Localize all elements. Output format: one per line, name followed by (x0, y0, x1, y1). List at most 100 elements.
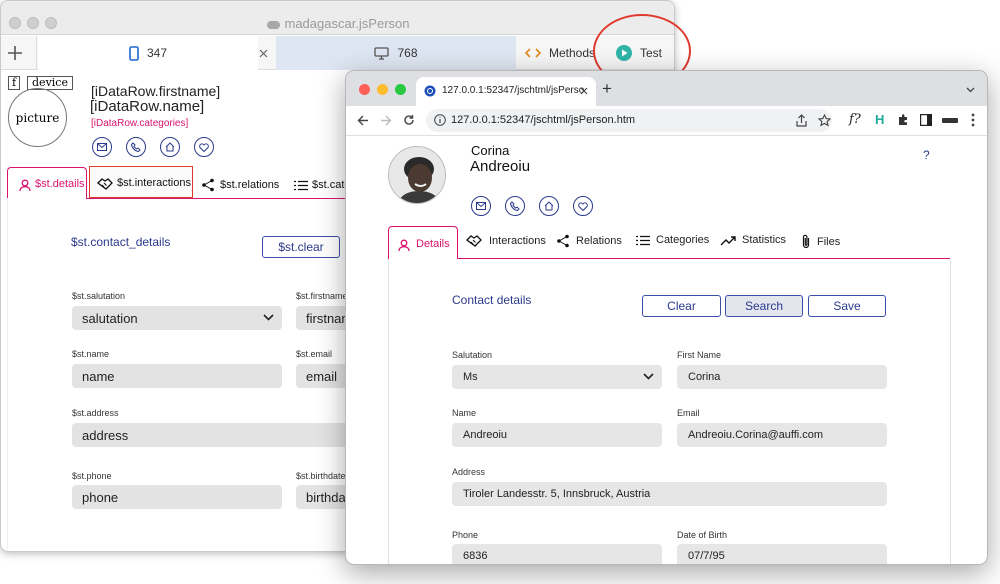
monitor-icon (374, 46, 390, 60)
tab-relations[interactable]: $st.relations (201, 175, 279, 195)
tab-interactions[interactable]: Interactions (466, 234, 546, 248)
phone-value: 6836 (463, 550, 488, 562)
email-action-button[interactable] (471, 196, 491, 216)
salutation-label: Salutation (452, 350, 493, 360)
chevron-down-icon (263, 314, 274, 321)
tab-relations-label: Relations (576, 235, 622, 247)
star-icon[interactable] (818, 114, 831, 127)
tab-files-label: Files (817, 235, 841, 248)
name-value: Andreoiu (463, 429, 508, 441)
email-action-button[interactable] (92, 137, 112, 157)
browser-toolbar: 127.0.0.1:52347/jschtml/jsPerson.htm f? … (346, 106, 987, 136)
section-title: $st.contact_details (71, 235, 171, 249)
email-value: Andreoiu.Corina@auffi.com (688, 429, 824, 441)
globe-icon (424, 85, 436, 97)
share-icon (557, 234, 569, 248)
address-value: address (82, 428, 129, 443)
tab-title: 127.0.0.1:52347/jschtml/jsPerso (442, 85, 585, 96)
close-icon[interactable] (580, 87, 588, 95)
name-placeholder: [iDataRow.name] (90, 98, 205, 115)
share-icon (202, 178, 214, 192)
firstname-placeholder: [iDataRow.firstname] (91, 83, 221, 99)
browser-tab[interactable]: 127.0.0.1:52347/jschtml/jsPerso (416, 77, 596, 106)
birthdate-input[interactable]: 07/7/95 (677, 544, 887, 564)
extension-h-icon[interactable]: H (875, 112, 884, 127)
salutation-select[interactable]: salutation (72, 306, 282, 330)
phone-action-button[interactable] (505, 196, 525, 216)
info-icon (434, 114, 446, 126)
tab-phone[interactable]: 347 (38, 36, 258, 70)
help-icon[interactable]: ? (923, 148, 930, 162)
f-button[interactable]: f (8, 76, 20, 90)
home-action-button[interactable] (160, 137, 180, 157)
clear-button[interactable]: Clear (642, 295, 721, 317)
tab-categories[interactable]: Categories (636, 234, 709, 246)
save-button[interactable]: Save (808, 295, 886, 317)
name-input[interactable]: Andreoiu (452, 423, 662, 447)
forward-arrow-icon[interactable] (380, 115, 392, 126)
tab-relations[interactable]: Relations (556, 234, 622, 248)
tab-statistics[interactable]: Statistics (720, 234, 786, 246)
salutation-value: salutation (82, 311, 138, 326)
phone-input[interactable]: 6836 (452, 544, 662, 564)
phone-icon (129, 45, 139, 61)
home-icon (544, 201, 554, 211)
tab-details[interactable]: Details (388, 226, 458, 259)
extension-f-icon[interactable]: f? (849, 112, 861, 127)
chevron-down-icon[interactable] (966, 87, 975, 93)
search-button[interactable]: Search (725, 295, 803, 317)
tab-statistics-label: Statistics (742, 234, 787, 246)
zoom-light[interactable] (395, 84, 406, 95)
window-title: madagascar.jsPerson (1, 17, 674, 31)
name-label: Name (452, 408, 477, 418)
paperclip-icon (802, 234, 810, 249)
email-input[interactable]: Andreoiu.Corina@auffi.com (677, 423, 887, 447)
tab-methods-label: Methods (548, 46, 596, 60)
heart-icon (199, 142, 209, 152)
firstname-label: First Name (677, 350, 722, 360)
reload-icon[interactable] (403, 114, 415, 126)
plus-icon (7, 46, 22, 60)
name-input[interactable]: name (72, 364, 282, 388)
back-arrow-icon[interactable] (357, 115, 369, 126)
address-input[interactable]: address (72, 423, 362, 447)
favorite-action-button[interactable] (573, 196, 593, 216)
phone-action-button[interactable] (126, 137, 146, 157)
content-border (7, 198, 8, 551)
tab-phone-label: 347 (146, 46, 168, 60)
birthdate-value: 07/7/95 (688, 550, 725, 562)
firstname-input[interactable]: Corina (677, 365, 887, 389)
home-action-button[interactable] (539, 196, 559, 216)
tab-interactions[interactable]: $st.interactions (89, 166, 193, 198)
mail-icon (97, 143, 107, 151)
new-tab-button[interactable]: + (602, 79, 612, 99)
share-page-icon[interactable] (796, 114, 807, 127)
minimize-light[interactable] (377, 84, 388, 95)
puzzle-icon[interactable] (897, 114, 909, 126)
tab-interactions-label: $st.interactions (117, 177, 191, 189)
tab-details-label: $st.details (35, 178, 85, 190)
close-tab-button[interactable] (258, 36, 276, 70)
tab-files[interactable]: Files (801, 234, 840, 249)
heart-icon (578, 201, 588, 211)
tab-details[interactable]: $st.details (7, 167, 87, 199)
clear-button[interactable]: $st.clear (262, 236, 340, 258)
tab-methods[interactable]: Methods (516, 36, 604, 70)
address-input[interactable]: Tiroler Landesstr. 5, Innsbruck, Austria (452, 482, 887, 506)
tab-categories[interactable]: $st.cate (294, 175, 351, 195)
section-title: Contact details (452, 293, 532, 307)
picture-placeholder[interactable]: picture (8, 88, 67, 147)
extension-badge-icon[interactable] (942, 118, 958, 123)
tab-categories-label: Categories (656, 234, 710, 246)
sidebar-icon[interactable] (920, 114, 932, 126)
person-firstname: Corina (471, 143, 510, 158)
add-tab-button[interactable] (1, 36, 37, 70)
tab-monitor[interactable]: 768 (276, 36, 516, 70)
kebab-menu-icon[interactable] (971, 113, 975, 127)
salutation-select[interactable]: Ms (452, 365, 662, 389)
content-border-left (388, 259, 389, 564)
favorite-action-button[interactable] (194, 137, 214, 157)
phone-input[interactable]: phone (72, 485, 282, 509)
list-icon (636, 235, 650, 245)
close-light[interactable] (359, 84, 370, 95)
